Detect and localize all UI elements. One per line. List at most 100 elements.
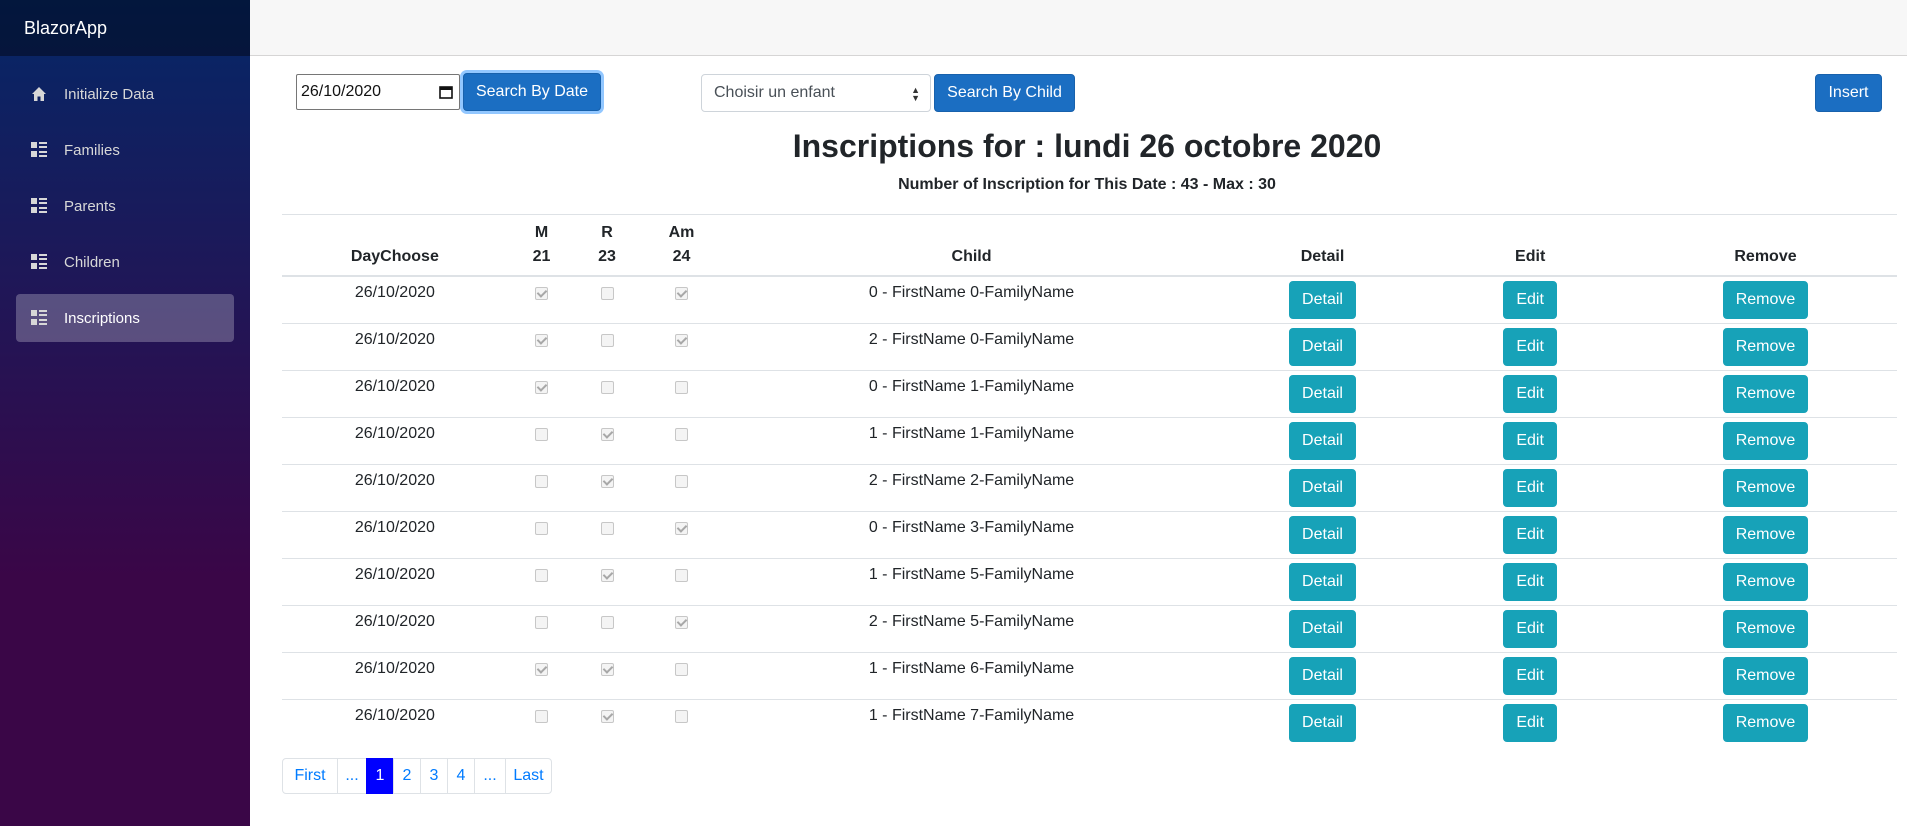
m-checkbox[interactable] [535,616,549,629]
r-checkbox[interactable] [600,428,614,441]
home-icon [30,85,48,103]
table-row: 26/10/2020 2 - FirstName 5-FamilyName Deta… [282,605,1897,653]
remove-button[interactable]: Remove [1722,704,1809,742]
am-checkbox[interactable] [674,287,688,300]
date-input[interactable]: 26/10/2020 [296,74,460,110]
detail-button[interactable]: Detail [1289,563,1356,601]
remove-button[interactable]: Remove [1722,375,1809,413]
edit-button[interactable]: Edit [1503,610,1557,648]
m-checkbox[interactable] [535,287,549,300]
edit-button[interactable]: Edit [1503,516,1557,554]
am-checkbox[interactable] [674,522,688,535]
detail-button[interactable]: Detail [1289,422,1356,460]
detail-button[interactable]: Detail [1289,469,1356,507]
page-title: Inscriptions for : lundi 26 octobre 2020 [792,128,1382,164]
r-checkbox[interactable] [600,522,614,535]
calendar-icon[interactable] [439,85,453,99]
day-cell: 26/10/2020 [282,370,508,418]
day-cell: 26/10/2020 [282,605,508,653]
edit-button[interactable]: Edit [1503,469,1557,507]
col-r-label: R [601,224,613,241]
edit-button[interactable]: Edit [1503,281,1557,319]
detail-button[interactable]: Detail [1289,516,1356,554]
page-link-4[interactable]: 4 [447,758,475,794]
m-cell [507,275,576,324]
detail-cell: Detail [1218,699,1427,746]
table-body: 26/10/2020 0 - FirstName 0-FamilyName Deta… [282,275,1897,746]
detail-button[interactable]: Detail [1289,657,1356,695]
edit-button[interactable]: Edit [1503,375,1557,413]
r-cell [575,417,639,465]
m-checkbox[interactable] [535,663,549,676]
col-remove: Remove [1633,214,1897,277]
edit-cell: Edit [1426,464,1634,512]
page-link-3[interactable]: 3 [420,758,448,794]
edit-button[interactable]: Edit [1503,422,1557,460]
remove-button[interactable]: Remove [1722,469,1809,507]
remove-button[interactable]: Remove [1722,610,1809,648]
m-checkbox[interactable] [535,381,549,394]
am-checkbox[interactable] [674,475,688,488]
m-checkbox[interactable] [535,710,549,723]
search-by-child-button[interactable]: Search By Child [934,74,1075,112]
am-cell [638,558,725,606]
table-row: 26/10/2020 1 - FirstName 6-FamilyName Deta… [282,652,1897,700]
sidebar-item-inscriptions[interactable]: Inscriptions [16,294,234,342]
child-cell: 1 - FirstName 1-FamilyName [724,417,1219,465]
edit-button[interactable]: Edit [1503,563,1557,601]
detail-button[interactable]: Detail [1289,610,1356,648]
am-checkbox[interactable] [674,381,688,394]
sidebar-item-label: Inscriptions [64,309,140,327]
am-checkbox[interactable] [674,428,688,441]
remove-button[interactable]: Remove [1722,657,1809,695]
r-checkbox[interactable] [600,287,614,300]
m-checkbox[interactable] [535,569,549,582]
page-link-2[interactable]: 2 [393,758,421,794]
am-checkbox[interactable] [674,334,688,347]
search-by-date-button[interactable]: Search By Date [463,73,601,111]
page-ellipsis[interactable]: ... [474,758,506,794]
detail-button[interactable]: Detail [1289,328,1356,366]
m-checkbox[interactable] [535,428,549,441]
page-link-1[interactable]: 1 [366,758,394,794]
last-page-link[interactable]: Last [505,758,552,794]
r-cell [575,323,639,371]
sidebar-item-families[interactable]: Families [16,126,234,174]
m-checkbox[interactable] [535,475,549,488]
m-checkbox[interactable] [535,522,549,535]
sidebar-item-children[interactable]: Children [16,238,234,286]
r-checkbox[interactable] [600,381,614,394]
am-checkbox[interactable] [674,663,688,676]
child-select[interactable]: Choisir un enfant ▲ ▼ [701,74,931,112]
r-checkbox[interactable] [600,475,614,488]
sidebar-item-parents[interactable]: Parents [16,182,234,230]
am-checkbox[interactable] [674,569,688,582]
am-checkbox[interactable] [674,710,688,723]
r-checkbox[interactable] [600,616,614,629]
remove-button[interactable]: Remove [1722,328,1809,366]
detail-button[interactable]: Detail [1289,375,1356,413]
remove-button[interactable]: Remove [1722,516,1809,554]
remove-button[interactable]: Remove [1722,563,1809,601]
r-checkbox[interactable] [600,569,614,582]
child-select-value: Choisir un enfant [714,84,835,101]
sidebar-item-initialize-data[interactable]: Initialize Data [16,70,234,118]
brand-title[interactable]: BlazorApp [0,0,250,56]
edit-button[interactable]: Edit [1503,328,1557,366]
page-ellipsis[interactable]: ... [337,758,367,794]
r-checkbox[interactable] [600,334,614,347]
remove-button[interactable]: Remove [1722,422,1809,460]
first-page-link[interactable]: First [282,758,338,794]
am-checkbox[interactable] [674,616,688,629]
detail-button[interactable]: Detail [1289,281,1356,319]
r-checkbox[interactable] [600,710,614,723]
remove-button[interactable]: Remove [1722,281,1809,319]
m-cell [507,558,576,606]
edit-button[interactable]: Edit [1503,704,1557,742]
m-checkbox[interactable] [535,334,549,347]
r-checkbox[interactable] [600,663,614,676]
am-cell [638,652,725,700]
detail-button[interactable]: Detail [1289,704,1356,742]
insert-button[interactable]: Insert [1815,74,1882,112]
edit-button[interactable]: Edit [1503,657,1557,695]
